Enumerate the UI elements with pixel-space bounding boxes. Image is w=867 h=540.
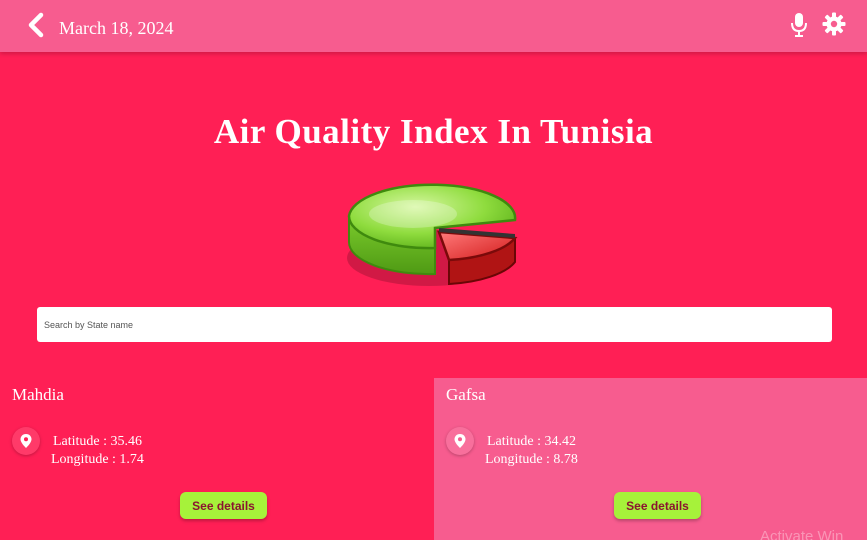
latitude-text: Latitude : 35.46 [53, 434, 143, 449]
card-title: Gafsa [446, 385, 486, 404]
location-pin-icon [12, 427, 40, 455]
see-details-button[interactable]: See details [614, 492, 701, 519]
gear-icon [822, 12, 846, 36]
settings-button[interactable] [822, 12, 846, 36]
date-label: March 18, 2024 [59, 18, 174, 38]
activation-watermark: Activate Win [760, 528, 844, 540]
coordinates: Latitude : 35.46 Longitude : 1.74 [51, 433, 144, 469]
top-app-bar: March 18, 2024 [0, 0, 867, 52]
longitude-text: Longitude : 1.74 [51, 452, 144, 467]
page-title: Air Quality Index In Tunisia [213, 112, 654, 151]
location-pin-icon [446, 427, 474, 455]
pie-chart-icon [347, 183, 518, 286]
microphone-icon [791, 13, 807, 37]
longitude-text: Longitude : 8.78 [485, 452, 578, 467]
card-title: Mahdia [12, 385, 64, 404]
voice-search-button[interactable] [789, 12, 809, 38]
search-input[interactable] [37, 307, 832, 342]
location-card-gafsa: Gafsa Latitude : 34.42 Longitude : 8.78 … [434, 378, 867, 540]
coordinates: Latitude : 34.42 Longitude : 8.78 [485, 433, 578, 469]
chevron-left-icon [28, 12, 44, 38]
back-button[interactable] [26, 12, 46, 38]
latitude-text: Latitude : 34.42 [487, 434, 577, 449]
location-card-mahdia: Mahdia Latitude : 35.46 Longitude : 1.74… [0, 378, 434, 540]
see-details-button[interactable]: See details [180, 492, 267, 519]
